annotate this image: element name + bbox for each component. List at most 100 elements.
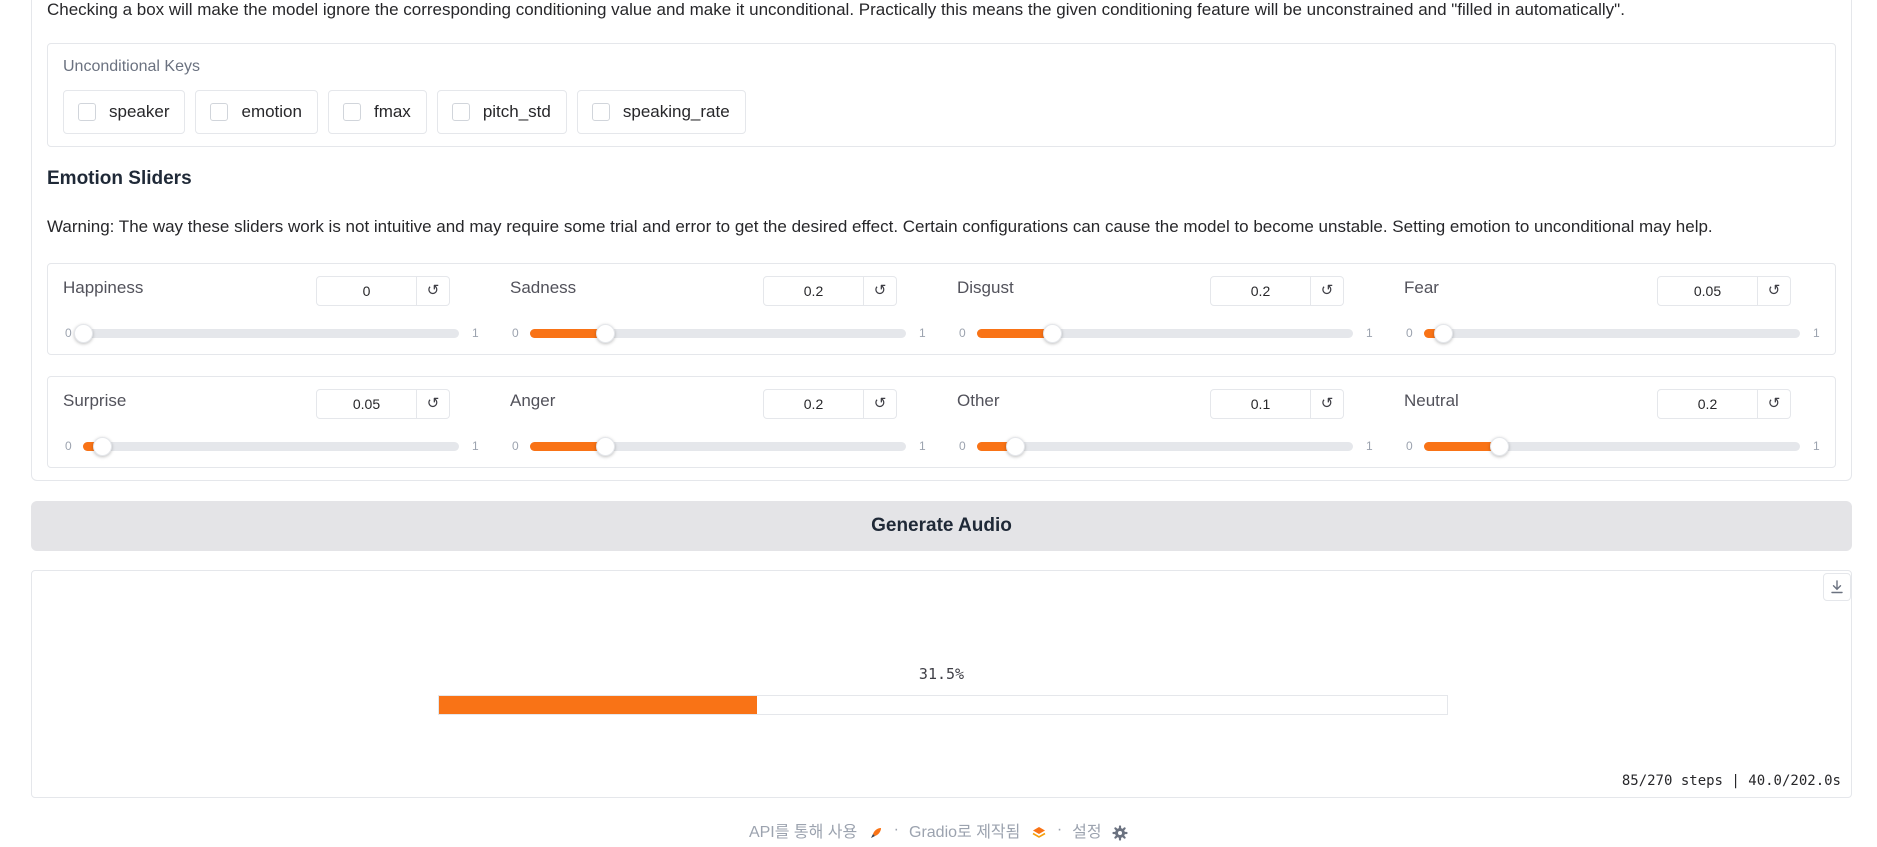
slider-fill	[530, 329, 606, 338]
slider-fear: Fear 0.05 ↺ 0 1	[1389, 264, 1836, 356]
footer-api-link[interactable]: API를 통해 사용	[749, 818, 884, 842]
checkbox-box[interactable]	[591, 103, 610, 121]
slider-number-input[interactable]: 0	[316, 276, 417, 306]
slider-label: Anger	[510, 391, 556, 410]
slider-number-input[interactable]: 0.05	[316, 389, 417, 419]
slider-max-label: 1	[1366, 326, 1373, 340]
slider-label: Neutral	[1404, 391, 1459, 410]
slider-min-label: 0	[65, 439, 72, 453]
slider-track[interactable]	[977, 437, 1353, 456]
slider-fill	[1424, 442, 1500, 451]
slider-other: Other 0.1 ↺ 0 1	[942, 377, 1389, 469]
footer: API를 통해 사용 · Gradio로 제작됨 · 설정	[0, 818, 1877, 842]
checkbox-emotion[interactable]: emotion	[195, 90, 318, 134]
reset-icon[interactable]: ↺	[1311, 276, 1344, 306]
slider-fill	[977, 329, 1053, 338]
reset-icon[interactable]: ↺	[1311, 389, 1344, 419]
slider-track[interactable]	[977, 324, 1353, 343]
unconditional-keys-label: Unconditional Keys	[63, 58, 200, 75]
checkbox-label: fmax	[373, 102, 411, 121]
slider-thumb[interactable]	[1490, 437, 1510, 456]
slider-label: Other	[957, 391, 1000, 410]
checkbox-label: speaker	[109, 102, 170, 121]
checkbox-box[interactable]	[451, 103, 470, 121]
generate-audio-button[interactable]: Generate Audio	[31, 501, 1852, 551]
slider-thumb[interactable]	[596, 324, 616, 343]
slider-number-input[interactable]: 0.2	[1657, 389, 1758, 419]
slider-number-input[interactable]: 0.1	[1210, 389, 1311, 419]
slider-fill	[530, 442, 606, 451]
slider-number-input[interactable]: 0.2	[763, 389, 864, 419]
slider-neutral: Neutral 0.2 ↺ 0 1	[1389, 377, 1836, 469]
slider-label: Disgust	[957, 278, 1014, 297]
slider-label: Fear	[1404, 278, 1439, 297]
slider-min-label: 0	[65, 326, 72, 340]
slider-thumb[interactable]	[1043, 324, 1063, 343]
progress-percent: 31.5%	[918, 665, 965, 683]
audio-output-panel: 31.5% 85/270 steps | 40.0/202.0s	[31, 570, 1852, 798]
emotion-slider-row-2: Surprise 0.05 ↺ 0 1 Anger 0.2 ↺ 0 1 Othe…	[47, 376, 1836, 468]
slider-number-input[interactable]: 0.2	[1210, 276, 1311, 306]
gear-icon	[1112, 825, 1128, 841]
unconditional-keys-panel: Unconditional Keys speaker emotion fmax …	[47, 43, 1836, 147]
unconditional-keys-checkboxes: speaker emotion fmax pitch_std speaking_…	[63, 90, 746, 134]
slider-track[interactable]	[74, 324, 459, 343]
reset-icon[interactable]: ↺	[1758, 276, 1791, 306]
slider-max-label: 1	[1366, 439, 1373, 453]
footer-gradio-link[interactable]: Gradio로 제작됨	[909, 818, 1047, 842]
reset-icon[interactable]: ↺	[417, 276, 450, 306]
checkbox-label: pitch_std	[482, 102, 551, 121]
slider-max-label: 1	[919, 439, 926, 453]
checkbox-speaking-rate[interactable]: speaking_rate	[576, 90, 746, 134]
slider-max-label: 1	[919, 326, 926, 340]
slider-max-label: 1	[472, 439, 479, 453]
gradio-logo-icon	[1031, 825, 1047, 841]
slider-label: Sadness	[510, 278, 577, 297]
slider-sadness: Sadness 0.2 ↺ 0 1	[495, 264, 942, 356]
slider-disgust: Disgust 0.2 ↺ 0 1	[942, 264, 1389, 356]
emotion-sliders-title: Emotion Sliders	[47, 168, 192, 189]
download-icon[interactable]	[1823, 573, 1851, 601]
checkbox-box[interactable]	[342, 103, 361, 121]
checkbox-pitch-std[interactable]: pitch_std	[436, 90, 567, 134]
slider-max-label: 1	[1813, 439, 1820, 453]
checkbox-box[interactable]	[78, 103, 96, 121]
slider-thumb[interactable]	[596, 437, 616, 456]
slider-track[interactable]	[1424, 324, 1800, 343]
slider-thumb[interactable]	[92, 437, 112, 456]
slider-surprise: Surprise 0.05 ↺ 0 1	[48, 377, 495, 469]
slider-max-label: 1	[472, 326, 479, 340]
slider-thumb[interactable]	[1005, 437, 1025, 456]
slider-number-input[interactable]: 0.05	[1657, 276, 1758, 306]
emotion-slider-row-1: Happiness 0 ↺ 0 1 Sadness 0.2 ↺ 0 1 Disg…	[47, 263, 1836, 355]
slider-thumb[interactable]	[1433, 324, 1453, 343]
reset-icon[interactable]: ↺	[864, 276, 897, 306]
progress-bar-fill	[439, 696, 757, 714]
reset-icon[interactable]: ↺	[1758, 389, 1791, 419]
slider-min-label: 0	[512, 439, 519, 453]
progress-bar	[438, 695, 1448, 715]
reset-icon[interactable]: ↺	[864, 389, 897, 419]
checkbox-speaker[interactable]: speaker	[63, 90, 186, 134]
progress-steps: 85/270 steps | 40.0/202.0s	[1621, 773, 1841, 789]
slider-thumb[interactable]	[74, 324, 93, 343]
slider-min-label: 0	[959, 326, 966, 340]
slider-label: Happiness	[63, 278, 144, 297]
slider-track[interactable]	[1424, 437, 1800, 456]
unconditional-info-text: Checking a box will make the model ignor…	[47, 0, 1625, 19]
checkbox-fmax[interactable]: fmax	[327, 90, 427, 134]
slider-track[interactable]	[83, 437, 459, 456]
slider-min-label: 0	[959, 439, 966, 453]
reset-icon[interactable]: ↺	[417, 389, 450, 419]
slider-label: Surprise	[63, 391, 127, 410]
slider-track[interactable]	[530, 437, 906, 456]
slider-anger: Anger 0.2 ↺ 0 1	[495, 377, 942, 469]
footer-separator: ·	[893, 821, 899, 838]
slider-min-label: 0	[512, 326, 519, 340]
checkbox-label: emotion	[241, 102, 302, 121]
slider-min-label: 0	[1406, 439, 1413, 453]
footer-settings-link[interactable]: 설정	[1072, 818, 1128, 842]
slider-number-input[interactable]: 0.2	[763, 276, 864, 306]
slider-track[interactable]	[530, 324, 906, 343]
checkbox-box[interactable]	[210, 103, 229, 121]
